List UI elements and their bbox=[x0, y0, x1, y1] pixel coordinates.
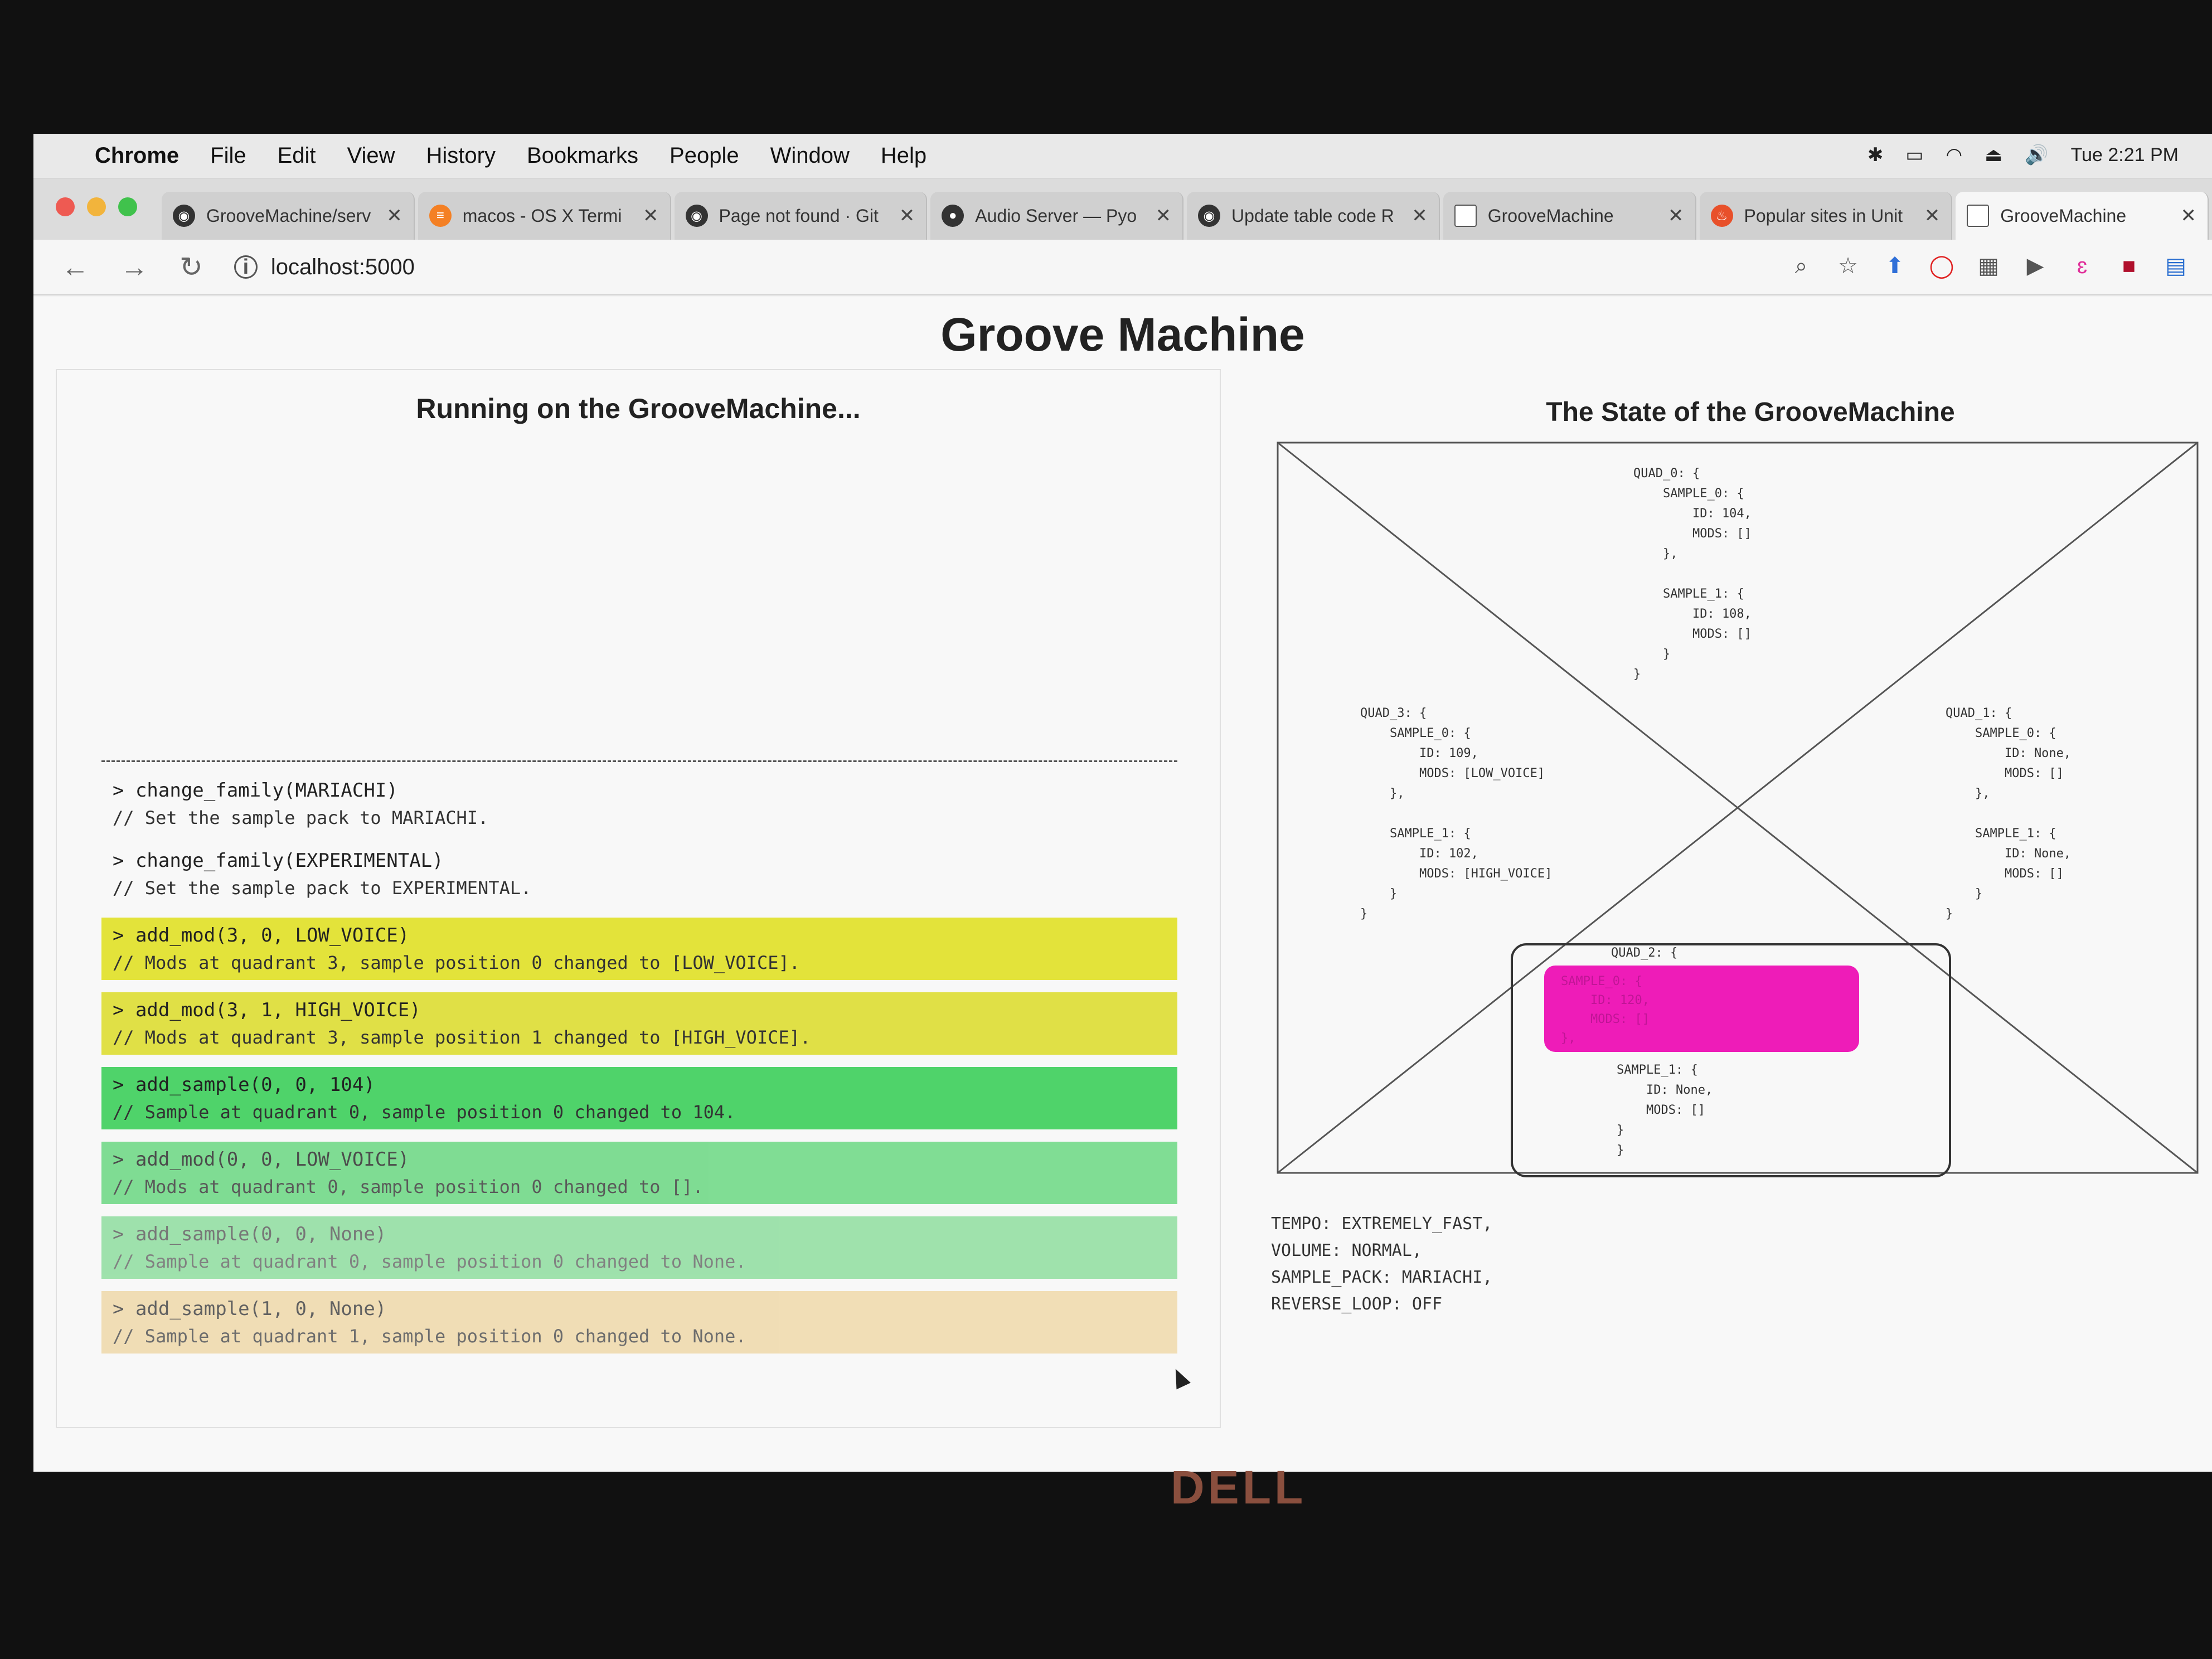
command-log: > change_family(MARIACHI)// Set the samp… bbox=[101, 777, 1177, 1366]
fire-icon: ♨ bbox=[1710, 205, 1733, 227]
info-icon[interactable]: i bbox=[234, 255, 258, 279]
tab[interactable]: ≡ macos - OS X Termi ✕ bbox=[418, 192, 671, 240]
menu-history[interactable]: History bbox=[426, 143, 496, 168]
monitor-screen: Chrome File Edit View History Bookmarks … bbox=[33, 134, 2212, 1472]
page-title: Groove Machine bbox=[940, 308, 1305, 361]
log-entry: > add_mod(3, 1, HIGH_VOICE)// Mods at qu… bbox=[101, 992, 1177, 1055]
close-tab-icon[interactable]: ✕ bbox=[1924, 205, 1941, 227]
forward-icon[interactable]: → bbox=[120, 251, 148, 283]
close-tab-icon[interactable]: ✕ bbox=[643, 205, 659, 227]
quad-2-sample-0: SAMPLE_0: { ID: 120, MODS: [] }, bbox=[1561, 974, 1650, 1045]
pyo-icon: ● bbox=[942, 205, 964, 227]
close-tab-icon[interactable]: ✕ bbox=[1668, 205, 1684, 227]
extension-calendar-icon[interactable]: ▤ bbox=[2162, 252, 2190, 280]
menu-chrome[interactable]: Chrome bbox=[95, 143, 179, 168]
quad-2-header: QUAD_2: { bbox=[1611, 946, 1678, 960]
menu-window[interactable]: Window bbox=[770, 143, 850, 168]
log-entry: > add_sample(0, 0, 104)// Sample at quad… bbox=[101, 1067, 1177, 1129]
extension-grey-icon[interactable]: ▦ bbox=[1975, 252, 2002, 280]
quad-3-state: QUAD_3: { SAMPLE_0: { ID: 109, MODS: [LO… bbox=[1360, 706, 1553, 921]
close-tab-icon[interactable]: ✕ bbox=[1411, 205, 1428, 227]
tab-strip: ◉ GrooveMachine/serv ✕ ≡ macos - OS X Termi… bbox=[33, 178, 2212, 240]
state-title: The State of the GrooveMachine bbox=[1546, 397, 1955, 427]
quad-2-sample-1: SAMPLE_1: { ID: None, MODS: [] } } bbox=[1617, 1063, 1713, 1157]
wifi-icon[interactable]: ◠ bbox=[1946, 144, 1962, 166]
mac-menubar: Chrome File Edit View History Bookmarks … bbox=[33, 134, 2212, 178]
extension-opera-icon[interactable]: ◯ bbox=[1928, 252, 1956, 280]
close-tab-icon[interactable]: ✕ bbox=[2181, 205, 2197, 227]
window-controls bbox=[56, 197, 149, 216]
dell-logo: DELL bbox=[1171, 1461, 1307, 1514]
quad-1-state: QUAD_1: { SAMPLE_0: { ID: None, MODS: []… bbox=[1946, 706, 2072, 921]
volume-icon[interactable]: 🔊 bbox=[2025, 144, 2048, 166]
github-icon: ◉ bbox=[173, 205, 195, 227]
zoom-icon[interactable]: ⌕ bbox=[1787, 252, 1815, 280]
tab[interactable]: ◉ Update table code R ✕ bbox=[1187, 192, 1440, 240]
menu-bookmarks[interactable]: Bookmarks bbox=[527, 143, 638, 168]
tab-active[interactable]: GrooveMachine ✕ bbox=[1956, 192, 2209, 240]
tab[interactable]: GrooveMachine ✕ bbox=[1443, 192, 1696, 240]
sample-pack-setting: SAMPLE_PACK: MARIACHI, bbox=[1271, 1268, 1493, 1287]
log-entry: > change_family(EXPERIMENTAL)// Set the … bbox=[113, 850, 532, 899]
machine-settings: TEMPO: EXTREMELY_FAST, VOLUME: NORMAL, S… bbox=[1271, 1211, 1492, 1318]
stackoverflow-icon: ≡ bbox=[429, 205, 452, 227]
minimize-window-button[interactable] bbox=[87, 197, 106, 216]
state-panel: The State of the GrooveMachine QUAD_0: {… bbox=[1254, 380, 2212, 1439]
menu-edit[interactable]: Edit bbox=[278, 143, 316, 168]
close-tab-icon[interactable]: ✕ bbox=[1156, 205, 1172, 227]
tab[interactable]: ◉ Page not found · Git ✕ bbox=[674, 192, 928, 240]
extensions-area: ⌕ ☆ ⬆ ◯ ▦ ▶ ɛ ■ ▤ bbox=[1768, 252, 2190, 280]
eject-icon[interactable]: ⏏ bbox=[1985, 144, 2002, 166]
reload-icon[interactable]: ↻ bbox=[180, 251, 203, 283]
tab[interactable]: ● Audio Server — Pyo ✕ bbox=[930, 192, 1183, 240]
close-tab-icon[interactable]: ✕ bbox=[899, 205, 915, 227]
menu-help[interactable]: Help bbox=[881, 143, 926, 168]
airplay-icon[interactable]: ▭ bbox=[1905, 144, 1923, 166]
log-entry: > change_family(MARIACHI)// Set the samp… bbox=[113, 779, 489, 828]
url-text[interactable]: localhost:5000 bbox=[271, 255, 415, 280]
menu-file[interactable]: File bbox=[210, 143, 246, 168]
page-content: Groove Machine Running on the GrooveMach… bbox=[33, 297, 2212, 1472]
back-icon[interactable]: ← bbox=[61, 251, 89, 283]
mouse-cursor-icon bbox=[1168, 1365, 1191, 1390]
github-icon: ◉ bbox=[685, 205, 708, 227]
console-divider bbox=[101, 760, 1177, 762]
browser-toolbar: ← → ↻ i localhost:5000 ⌕ ☆ ⬆ ◯ ▦ ▶ ɛ ■ ▤ bbox=[33, 240, 2212, 295]
tempo-setting: TEMPO: EXTREMELY_FAST, bbox=[1271, 1214, 1493, 1234]
volume-setting: VOLUME: NORMAL, bbox=[1271, 1241, 1422, 1260]
github-icon: ◉ bbox=[1198, 205, 1220, 227]
tab[interactable]: ♨ Popular sites in Unit ✕ bbox=[1699, 192, 1953, 240]
extension-pink-icon[interactable]: ɛ bbox=[2068, 252, 2096, 280]
log-entry: > add_sample(1, 0, None)// Sample at qua… bbox=[101, 1291, 1177, 1354]
bluetooth-icon[interactable]: ✱ bbox=[1867, 144, 1884, 166]
status-area: ✱ ▭ ◠ ⏏ 🔊 Tue 2:21 PM bbox=[1845, 144, 2179, 166]
extension-arrow-icon[interactable]: ⬆ bbox=[1881, 252, 1909, 280]
console-title: Running on the GrooveMachine... bbox=[416, 393, 861, 424]
address-bar[interactable]: i localhost:5000 bbox=[234, 248, 1628, 287]
reverse-loop-setting: REVERSE_LOOP: OFF bbox=[1271, 1294, 1443, 1314]
close-window-button[interactable] bbox=[56, 197, 75, 216]
log-entry: > add_mod(0, 0, LOW_VOICE)// Mods at qua… bbox=[101, 1142, 1177, 1204]
tab[interactable]: ◉ GrooveMachine/serv ✕ bbox=[162, 192, 415, 240]
bookmark-star-icon[interactable]: ☆ bbox=[1834, 252, 1862, 280]
menu-people[interactable]: People bbox=[670, 143, 739, 168]
close-tab-icon[interactable]: ✕ bbox=[386, 205, 402, 227]
quad-0-state: QUAD_0: { SAMPLE_0: { ID: 104, MODS: [] … bbox=[1633, 467, 1752, 681]
console-panel: Running on the GrooveMachine... > change… bbox=[56, 369, 1221, 1428]
page-icon bbox=[1454, 205, 1477, 227]
clock[interactable]: Tue 2:21 PM bbox=[2071, 144, 2179, 166]
log-entry: > add_mod(3, 0, LOW_VOICE)// Mods at qua… bbox=[101, 918, 1177, 980]
log-entry: > add_sample(0, 0, None)// Sample at qua… bbox=[101, 1216, 1177, 1279]
page-icon bbox=[1967, 205, 1990, 227]
extension-red-icon[interactable]: ■ bbox=[2115, 252, 2143, 280]
maximize-window-button[interactable] bbox=[118, 197, 137, 216]
menu-view[interactable]: View bbox=[347, 143, 395, 168]
extension-play-icon[interactable]: ▶ bbox=[2021, 252, 2049, 280]
